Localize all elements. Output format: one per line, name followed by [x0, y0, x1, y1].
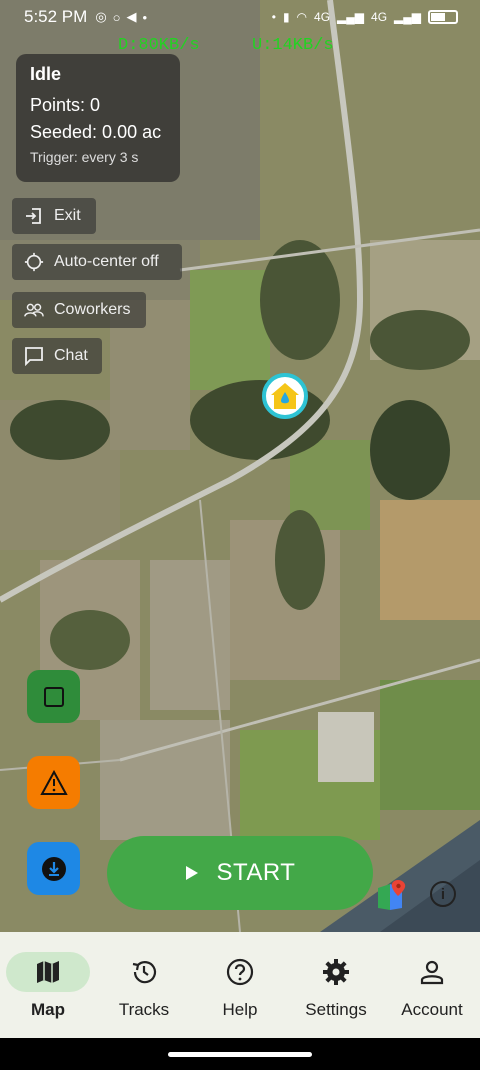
- play-icon: [185, 866, 198, 880]
- download-icon: [41, 856, 66, 881]
- auto-center-label: Auto-center off: [54, 253, 159, 270]
- signal-icon: ▂▄▆: [394, 10, 421, 24]
- coworkers-label: Coworkers: [54, 301, 131, 318]
- exit-label: Exit: [54, 207, 81, 224]
- nav-map-label: Map: [31, 1000, 65, 1019]
- gesture-bar: [0, 1038, 480, 1070]
- network-type-2: 4G: [371, 10, 388, 24]
- battery-icon: [428, 10, 458, 24]
- square-icon: [43, 686, 64, 707]
- nav-tracks[interactable]: Tracks: [96, 932, 192, 1038]
- nav-account-label: Account: [401, 1000, 463, 1019]
- warning-icon: [39, 769, 68, 795]
- home-location-marker[interactable]: [262, 373, 308, 419]
- status-bar: 5:52 PM ◎ ○ ◀ • • ▮ ◠ 4G ▂▄▆ 4G ▂▄▆: [0, 0, 480, 34]
- nav-settings[interactable]: Settings: [288, 932, 384, 1038]
- more-notifications-icon: •: [142, 9, 148, 25]
- info-icon[interactable]: i: [430, 881, 456, 907]
- network-type-1: 4G: [314, 10, 331, 24]
- person-icon: [420, 960, 444, 985]
- auto-center-button[interactable]: Auto-center off: [12, 244, 182, 280]
- exit-button[interactable]: Exit: [12, 198, 96, 234]
- wifi-icon: ◠: [296, 10, 308, 24]
- chat-label: Chat: [54, 347, 88, 364]
- points-count: Points: 0: [30, 95, 101, 115]
- signal-icon: ▂▄▆: [337, 10, 365, 24]
- people-icon: [24, 300, 44, 320]
- nav-tracks-label: Tracks: [118, 1000, 170, 1019]
- start-label: START: [216, 859, 296, 886]
- start-button[interactable]: START: [107, 836, 373, 910]
- trigger-interval: Trigger: every 3 s: [30, 149, 139, 165]
- bottom-navigation: Map Tracks Help Settings Account: [0, 932, 480, 1038]
- exit-icon: [24, 206, 44, 226]
- help-icon: [226, 958, 254, 986]
- coworkers-button[interactable]: Coworkers: [12, 292, 146, 328]
- nav-map[interactable]: Map: [0, 932, 96, 1038]
- circle-icon: ○: [112, 9, 121, 25]
- nav-help-label: Help: [222, 1000, 258, 1019]
- download-button[interactable]: [27, 842, 80, 895]
- chat-button[interactable]: Chat: [12, 338, 102, 374]
- home-icon: [271, 383, 299, 409]
- warning-button[interactable]: [27, 756, 80, 809]
- history-icon: [132, 961, 157, 984]
- stop-button[interactable]: [27, 670, 80, 723]
- status-time: 5:52 PM: [24, 7, 88, 26]
- whatsapp-icon: ◎: [95, 9, 107, 24]
- upload-speed: U:14KB/s: [252, 36, 334, 55]
- nav-help[interactable]: Help: [192, 932, 288, 1038]
- gear-icon: [323, 959, 349, 985]
- nav-account[interactable]: Account: [384, 932, 480, 1038]
- map-icon: [37, 961, 59, 983]
- chat-icon: [24, 346, 44, 366]
- crosshair-icon: [24, 252, 44, 272]
- google-maps-icon[interactable]: [376, 878, 408, 912]
- tracking-state: Idle: [30, 64, 62, 84]
- seeded-area: Seeded: 0.00 ac: [30, 122, 162, 142]
- alarm-icon: •: [271, 10, 276, 24]
- nav-settings-label: Settings: [305, 1000, 367, 1019]
- vibrate-icon: ▮: [282, 10, 290, 24]
- volume-icon: ◀: [126, 9, 137, 24]
- home-gesture-handle[interactable]: [168, 1052, 312, 1057]
- status-panel: Idle Points: 0 Seeded: 0.00 ac Trigger: …: [16, 54, 180, 182]
- download-speed: D:80KB/s: [118, 36, 200, 55]
